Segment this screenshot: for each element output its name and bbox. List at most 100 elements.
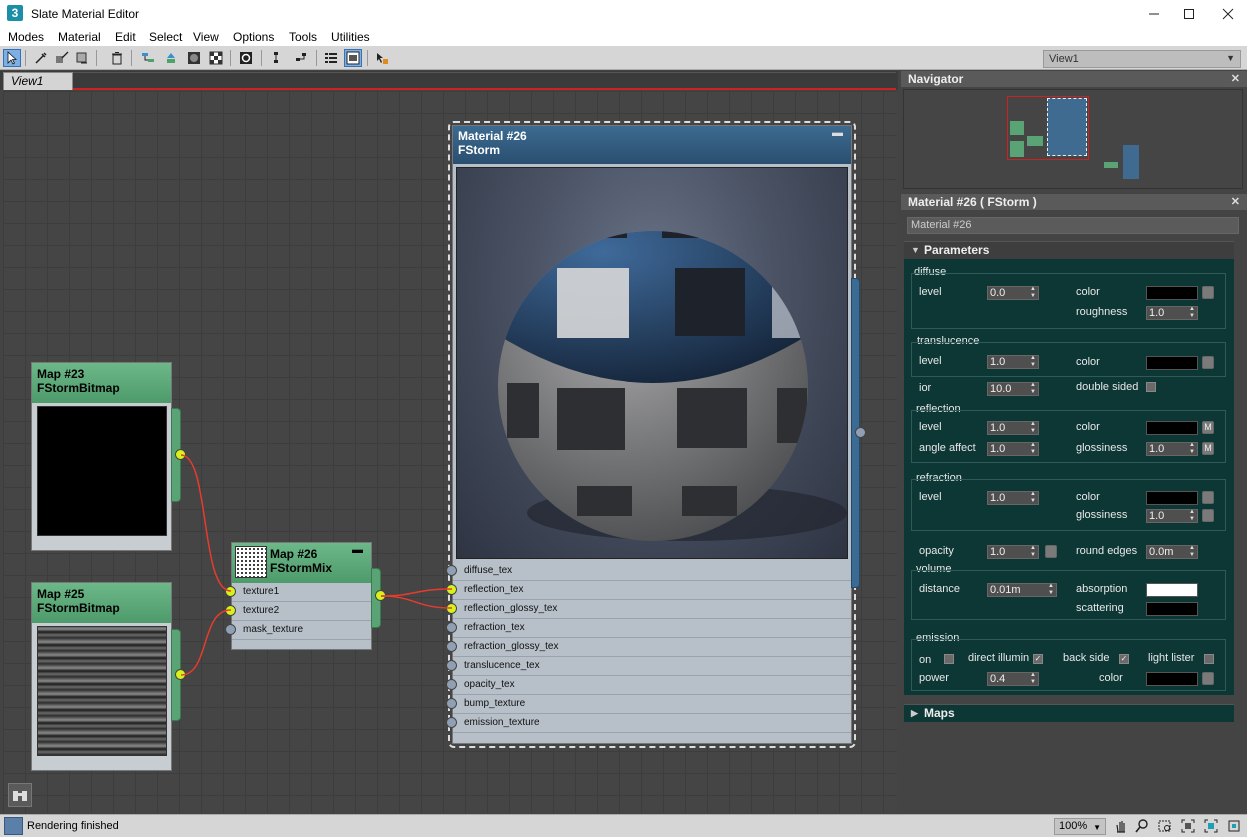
- input-port-texture1[interactable]: [225, 586, 236, 597]
- spinner-arrows-icon[interactable]: ▲ ▼: [1189, 442, 1195, 456]
- pan-button[interactable]: [1113, 818, 1129, 834]
- node-header[interactable]: Map #23 FStormBitmap: [32, 363, 171, 403]
- absorption-color-swatch[interactable]: [1146, 583, 1198, 597]
- input-port-translucence-tex[interactable]: [446, 660, 457, 671]
- spinner-arrows-icon[interactable]: ▲ ▼: [1048, 583, 1054, 597]
- refraction-level-spinner[interactable]: 1.0 ▲ ▼: [987, 491, 1039, 505]
- round-edges-spinner[interactable]: 0.0m ▲ ▼: [1146, 545, 1198, 559]
- slot-translucence-tex[interactable]: translucence_tex: [453, 657, 851, 676]
- distance-spinner[interactable]: 0.01m ▲ ▼: [987, 583, 1057, 597]
- emission-color-swatch[interactable]: [1146, 672, 1198, 686]
- pick-material-button[interactable]: [32, 49, 50, 67]
- zoom-extents-selected-button[interactable]: [1203, 818, 1219, 834]
- input-port-reflection-glossy-tex[interactable]: [446, 603, 457, 614]
- emission-color-map-button[interactable]: [1202, 672, 1214, 685]
- slot-reflection-glossy-tex[interactable]: reflection_glossy_tex: [453, 600, 851, 619]
- spinner-arrows-icon[interactable]: ▲ ▼: [1030, 382, 1036, 396]
- menu-select[interactable]: Select: [149, 30, 182, 44]
- menu-material[interactable]: Material: [58, 30, 101, 44]
- menu-utilities[interactable]: Utilities: [331, 30, 370, 44]
- assign-material-button[interactable]: [53, 49, 71, 67]
- double-sided-checkbox[interactable]: [1146, 382, 1156, 392]
- translucence-color-swatch[interactable]: [1146, 356, 1198, 370]
- slot-refraction-tex[interactable]: refraction_tex: [453, 619, 851, 638]
- zoom-region-button[interactable]: [1157, 818, 1173, 834]
- spinner-arrows-icon[interactable]: ▲ ▼: [1030, 442, 1036, 456]
- rollout-parameters[interactable]: ▼ Parameters: [904, 241, 1234, 259]
- translucence-color-map-button[interactable]: [1202, 356, 1214, 369]
- slot-reflection-tex[interactable]: reflection_tex: [453, 581, 851, 600]
- slot-mask-texture[interactable]: mask_texture: [232, 621, 371, 640]
- layout-vertical-button[interactable]: [270, 49, 288, 67]
- menu-edit[interactable]: Edit: [115, 30, 136, 44]
- menu-options[interactable]: Options: [233, 30, 274, 44]
- slot-diffuse-tex[interactable]: diffuse_tex: [453, 562, 851, 581]
- collapse-icon[interactable]: ▬: [352, 544, 363, 556]
- slot-texture2[interactable]: texture2: [232, 602, 371, 621]
- view-selector-dropdown[interactable]: View1 ▼: [1043, 50, 1241, 68]
- close-icon[interactable]: ✕: [1231, 71, 1240, 87]
- refraction-glossiness-spinner[interactable]: 1.0 ▲ ▼: [1146, 509, 1198, 523]
- menu-tools[interactable]: Tools: [289, 30, 317, 44]
- move-children-button[interactable]: [139, 49, 157, 67]
- material-output-port[interactable]: [855, 427, 866, 438]
- put-material-button[interactable]: [73, 49, 91, 67]
- spinner-arrows-icon[interactable]: ▲ ▼: [1030, 491, 1036, 505]
- node-map25[interactable]: Map #25 FStormBitmap: [31, 582, 172, 771]
- diffuse-color-swatch[interactable]: [1146, 286, 1198, 300]
- checker-background-button[interactable]: [207, 49, 225, 67]
- reflection-level-spinner[interactable]: 1.0 ▲ ▼: [987, 421, 1039, 435]
- node-map23[interactable]: Map #23 FStormBitmap: [31, 362, 172, 551]
- slot-texture1[interactable]: texture1: [232, 583, 371, 602]
- slot-opacity-tex[interactable]: opacity_tex: [453, 676, 851, 695]
- node-map26[interactable]: Map #26 FStormMix ▬ texture1 texture2 ma…: [231, 542, 372, 650]
- input-port-refraction-tex[interactable]: [446, 622, 457, 633]
- layout-children-button[interactable]: [292, 49, 310, 67]
- input-port-mask-texture[interactable]: [225, 624, 236, 635]
- direct-illum-checkbox[interactable]: ✓: [1033, 654, 1043, 664]
- node-header[interactable]: Material #26 FStorm ▬: [453, 126, 851, 164]
- parameter-editor-button[interactable]: [344, 49, 362, 67]
- tab-view1[interactable]: View1: [3, 72, 73, 90]
- material-name-field[interactable]: Material #26: [907, 217, 1239, 234]
- slot-emission-texture[interactable]: emission_texture: [453, 714, 851, 733]
- menu-modes[interactable]: Modes: [8, 30, 44, 44]
- show-background-button[interactable]: [185, 49, 203, 67]
- delete-button[interactable]: [108, 49, 126, 67]
- diffuse-color-map-button[interactable]: [1202, 286, 1214, 299]
- spinner-arrows-icon[interactable]: ▲ ▼: [1030, 286, 1036, 300]
- rollout-maps[interactable]: ▶ Maps: [904, 704, 1234, 722]
- slot-refraction-glossy-tex[interactable]: refraction_glossy_tex: [453, 638, 851, 657]
- input-port-refraction-glossy-tex[interactable]: [446, 641, 457, 652]
- input-port-diffuse-tex[interactable]: [446, 565, 457, 576]
- select-by-material-button[interactable]: [373, 49, 391, 67]
- hide-unused-slots-button[interactable]: [162, 49, 180, 67]
- translucence-level-spinner[interactable]: 1.0 ▲ ▼: [987, 355, 1039, 369]
- spinner-arrows-icon[interactable]: ▲ ▼: [1030, 355, 1036, 369]
- spinner-arrows-icon[interactable]: ▲ ▼: [1189, 306, 1195, 320]
- output-port[interactable]: [375, 590, 386, 601]
- close-window-button[interactable]: [1205, 0, 1247, 28]
- zoom-extents-button[interactable]: [8, 783, 32, 807]
- zoom-selected-nodes-button[interactable]: [1226, 818, 1242, 834]
- spinner-arrows-icon[interactable]: ▲ ▼: [1030, 672, 1036, 686]
- spinner-arrows-icon[interactable]: ▲ ▼: [1189, 545, 1195, 559]
- close-icon[interactable]: ✕: [1231, 194, 1240, 210]
- slot-bump-texture[interactable]: bump_texture: [453, 695, 851, 714]
- input-port-texture2[interactable]: [225, 605, 236, 616]
- opacity-spinner[interactable]: 1.0 ▲ ▼: [987, 545, 1039, 559]
- node-material26[interactable]: Material #26 FStorm ▬ diffuse_tex reflec…: [452, 125, 852, 744]
- zoom-button[interactable]: [1134, 818, 1150, 834]
- material-map-browser-button[interactable]: [322, 49, 340, 67]
- output-port[interactable]: [175, 449, 186, 460]
- scattering-color-swatch[interactable]: [1146, 602, 1198, 616]
- zoom-level-dropdown[interactable]: 100% ▼: [1054, 818, 1106, 835]
- emission-on-checkbox[interactable]: [944, 654, 954, 664]
- refraction-color-map-button[interactable]: [1202, 491, 1214, 504]
- show-map-in-viewport-button[interactable]: [237, 49, 255, 67]
- diffuse-level-spinner[interactable]: 0.0 ▲ ▼: [987, 286, 1039, 300]
- spinner-arrows-icon[interactable]: ▲ ▼: [1030, 545, 1036, 559]
- back-side-checkbox[interactable]: ✓: [1119, 654, 1129, 664]
- input-port-opacity-tex[interactable]: [446, 679, 457, 690]
- ior-spinner[interactable]: 10.0 ▲ ▼: [987, 382, 1039, 396]
